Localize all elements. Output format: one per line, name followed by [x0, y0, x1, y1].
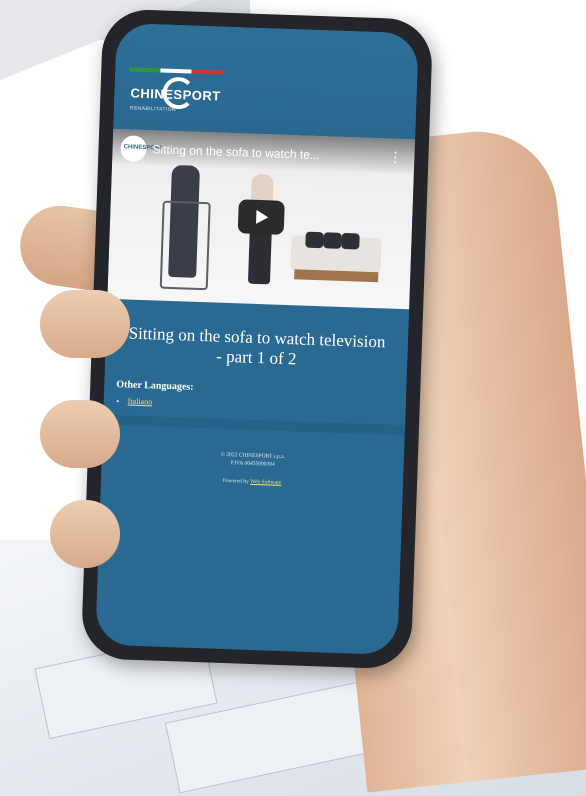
language-item: Italiano — [128, 397, 406, 416]
hand-finger — [50, 500, 120, 568]
video-pillow — [323, 232, 342, 249]
video-player[interactable]: CHINESPORT Sitting on the sofa to watch … — [107, 128, 416, 310]
video-pillow — [341, 232, 360, 250]
hand-finger — [40, 400, 120, 468]
channel-avatar[interactable]: CHINESPORT — [120, 135, 163, 163]
video-pillow — [305, 231, 324, 249]
site-header: CHINESPORT REHABILITATION — [113, 22, 419, 140]
hand-finger — [40, 290, 130, 358]
phone-screen: CHINESPORT REHABILITATION CHINESPORT Sit… — [95, 22, 419, 656]
video-walker-device — [159, 200, 211, 291]
language-link-italiano[interactable]: Italiano — [128, 397, 153, 407]
powered-by-label: Powered by — [222, 477, 249, 485]
site-logo[interactable]: CHINESPORT — [130, 85, 221, 103]
page-title: Sitting on the sofa to watch television … — [128, 323, 386, 369]
logo-tagline: REHABILITATION — [129, 105, 177, 114]
italian-flag-bar — [129, 67, 224, 75]
more-vert-icon[interactable]: ⋮ — [388, 148, 403, 165]
site-footer: © 2022 CHINESPORT s.p.a. P.IVA 004550903… — [101, 425, 405, 492]
video-sofa-base — [294, 269, 379, 283]
languages-list: Italiano — [128, 397, 406, 416]
powered-by-link[interactable]: Web Software — [250, 479, 281, 486]
video-title[interactable]: Sitting on the sofa to watch te... — [152, 142, 320, 162]
footer-powered-by: Powered by Web Software — [101, 473, 403, 492]
phone-device: CHINESPORT REHABILITATION CHINESPORT Sit… — [80, 8, 434, 670]
play-button[interactable] — [237, 199, 285, 235]
